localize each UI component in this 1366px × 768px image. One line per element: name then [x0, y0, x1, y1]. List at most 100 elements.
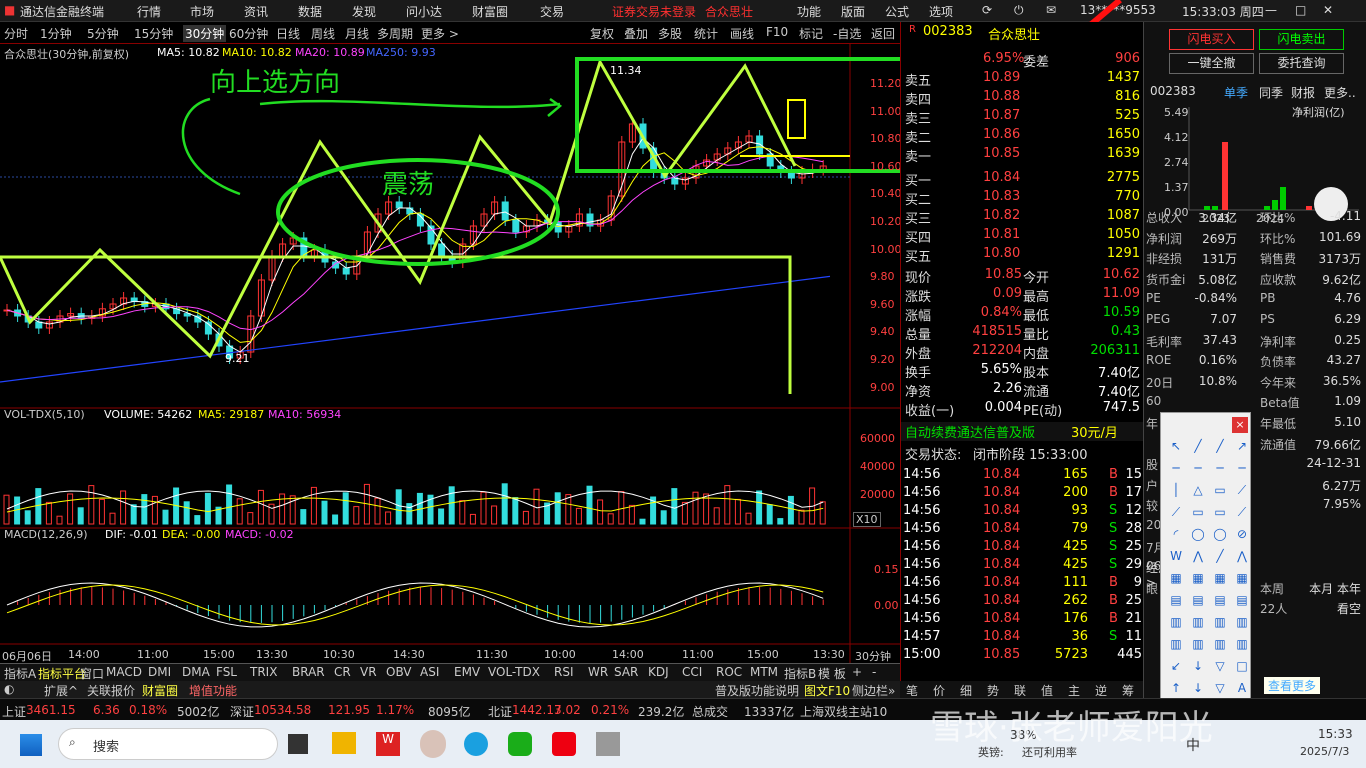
minimize-icon[interactable]: —: [1265, 3, 1277, 17]
indicator-tab[interactable]: 指标B: [784, 665, 816, 682]
tool-diejia[interactable]: 叠加: [624, 25, 648, 42]
drawing-tool-icon[interactable]: ↗: [1233, 439, 1251, 457]
detail-tab[interactable]: 逆: [1095, 682, 1107, 699]
drawing-tool-icon[interactable]: ◯: [1211, 527, 1229, 545]
close-icon[interactable]: ✕: [1323, 3, 1333, 17]
indicator-tab[interactable]: SAR: [614, 665, 638, 679]
drawing-tool-icon[interactable]: ╱: [1211, 549, 1229, 567]
detail-tab[interactable]: 主: [1068, 682, 1080, 699]
drawing-tool-icon[interactable]: ▥: [1167, 637, 1185, 655]
caifuquan-button[interactable]: 财富圈: [142, 682, 178, 699]
drawing-tool-icon[interactable]: ↑: [1167, 681, 1185, 699]
tool-fuquan[interactable]: 复权: [590, 25, 614, 42]
flash-buy-button[interactable]: 闪电买入: [1169, 29, 1254, 50]
indicator-tab[interactable]: 模 板: [818, 665, 846, 682]
menu-wenxiaoda[interactable]: 问小达: [406, 3, 442, 20]
expand-button[interactable]: 扩展^: [44, 682, 78, 699]
period-60min[interactable]: 60分钟: [229, 25, 268, 42]
ask-row[interactable]: 卖一 10.85 1639: [901, 146, 1144, 165]
indicator-tab[interactable]: 指标平台: [38, 665, 86, 682]
view-more-link[interactable]: 查看更多: [1264, 677, 1321, 694]
drawing-tool-icon[interactable]: W: [1167, 549, 1185, 567]
indicator-tab[interactable]: TRIX: [250, 665, 277, 679]
drawing-tool-icon[interactable]: ↓: [1189, 681, 1207, 699]
drawing-tool-icon[interactable]: ⋀: [1189, 549, 1207, 567]
indicator-tab[interactable]: KDJ: [648, 665, 669, 679]
palette-close-icon[interactable]: ×: [1232, 417, 1248, 433]
bid-row[interactable]: 买一 10.84 2775: [901, 170, 1144, 189]
indicator-tab[interactable]: MACD: [106, 665, 142, 679]
detail-tab[interactable]: 细: [960, 682, 972, 699]
ad-text[interactable]: 自动续费通达信普及版: [905, 422, 1035, 441]
indicator-tab[interactable]: -: [872, 665, 876, 679]
tool-zixuan[interactable]: -自选: [833, 25, 861, 42]
detail-tab[interactable]: 值: [1041, 682, 1053, 699]
detail-tab[interactable]: 联: [1014, 682, 1026, 699]
f10-link[interactable]: 图文F10: [804, 682, 850, 699]
indicator-tab[interactable]: MTM: [750, 665, 778, 679]
detail-tab[interactable]: 势: [987, 682, 999, 699]
drawing-tool-icon[interactable]: ▥: [1211, 637, 1229, 655]
tab-caibao[interactable]: 财报: [1291, 84, 1315, 101]
drawing-tool-icon[interactable]: ▤: [1233, 593, 1251, 611]
drawing-tool-icon[interactable]: ▥: [1189, 637, 1207, 655]
drawing-tool-icon[interactable]: ▥: [1167, 615, 1185, 633]
ad-row[interactable]: 自动续费通达信普及版 30元/月: [901, 422, 1144, 441]
cancel-all-button[interactable]: 一键全撤: [1169, 53, 1254, 74]
drawing-tool-icon[interactable]: ▦: [1167, 571, 1185, 589]
ask-row[interactable]: 卖二 10.86 1650: [901, 127, 1144, 146]
drawing-tool-icon[interactable]: A: [1233, 681, 1251, 699]
drawing-tool-icon[interactable]: ▥: [1233, 637, 1251, 655]
ask-row[interactable]: 卖五 10.89 1437: [901, 70, 1144, 89]
indicator-tab[interactable]: 窗口: [80, 665, 104, 682]
drawing-tool-icon[interactable]: ─: [1189, 461, 1207, 479]
period-day[interactable]: 日线: [276, 25, 300, 42]
menu-caifuquan[interactable]: 财富圈: [472, 3, 508, 20]
tool-biaoji[interactable]: 标记: [799, 25, 823, 42]
indicator-tab[interactable]: ROC: [716, 665, 742, 679]
related-quotes-button[interactable]: 关联报价: [87, 682, 135, 699]
drawing-tool-icon[interactable]: ⟋: [1233, 505, 1251, 523]
drawing-tool-icon[interactable]: ⊘: [1233, 527, 1251, 545]
version-info-link[interactable]: 普及版功能说明: [715, 682, 799, 699]
drawing-tool-icon[interactable]: ▦: [1233, 571, 1251, 589]
server-station[interactable]: 上海双线主站10: [800, 703, 887, 720]
drawing-tool-icon[interactable]: ⟋: [1167, 505, 1185, 523]
bid-row[interactable]: 买五 10.80 1291: [901, 246, 1144, 265]
menu-shichang[interactable]: 市场: [190, 3, 214, 20]
wps-icon[interactable]: W: [376, 732, 400, 756]
detail-tab[interactable]: 价: [933, 682, 945, 699]
indicator-tab[interactable]: RSI: [554, 665, 574, 679]
windows-start-icon[interactable]: [20, 734, 42, 756]
drawing-tool-icon[interactable]: ◯: [1189, 527, 1207, 545]
ask-row[interactable]: 卖三 10.87 525: [901, 108, 1144, 127]
drawing-tool-icon[interactable]: ▤: [1167, 593, 1185, 611]
detail-tab[interactable]: 筹: [1122, 682, 1134, 699]
wechat-icon[interactable]: [508, 732, 532, 756]
tab-tongji[interactable]: 同季: [1259, 84, 1283, 101]
indicator-tab[interactable]: CR: [334, 665, 351, 679]
drawing-tool-icon[interactable]: ◜: [1167, 527, 1185, 545]
avatar-app-icon[interactable]: [420, 730, 446, 758]
drawing-tool-icon[interactable]: ↖: [1167, 439, 1185, 457]
task-view-icon[interactable]: [288, 734, 308, 754]
tool-f10[interactable]: F10: [766, 25, 788, 39]
drawing-tool-icon[interactable]: △: [1189, 483, 1207, 501]
period-month[interactable]: 月线: [345, 25, 369, 42]
drawing-tool-icon[interactable]: ▦: [1189, 571, 1207, 589]
indicator-tab[interactable]: DMI: [148, 665, 171, 679]
drawing-tool-icon[interactable]: □: [1233, 659, 1251, 677]
paint-icon[interactable]: [596, 732, 620, 756]
indicator-tab[interactable]: OBV: [386, 665, 412, 679]
indicator-tab[interactable]: DMA: [182, 665, 210, 679]
indicator-tab[interactable]: BRAR: [292, 665, 325, 679]
maximize-icon[interactable]: □: [1295, 3, 1306, 17]
indicator-tab[interactable]: WR: [588, 665, 608, 679]
drawing-tool-icon[interactable]: ▭: [1211, 483, 1229, 501]
indicator-tab[interactable]: VOL-TDX: [488, 665, 540, 679]
menu-hangqing[interactable]: 行情: [137, 3, 161, 20]
menu-shuju[interactable]: 数据: [298, 3, 322, 20]
indicator-tab[interactable]: VR: [360, 665, 377, 679]
edge-icon[interactable]: [464, 732, 488, 756]
drawing-tool-icon[interactable]: ▥: [1233, 615, 1251, 633]
